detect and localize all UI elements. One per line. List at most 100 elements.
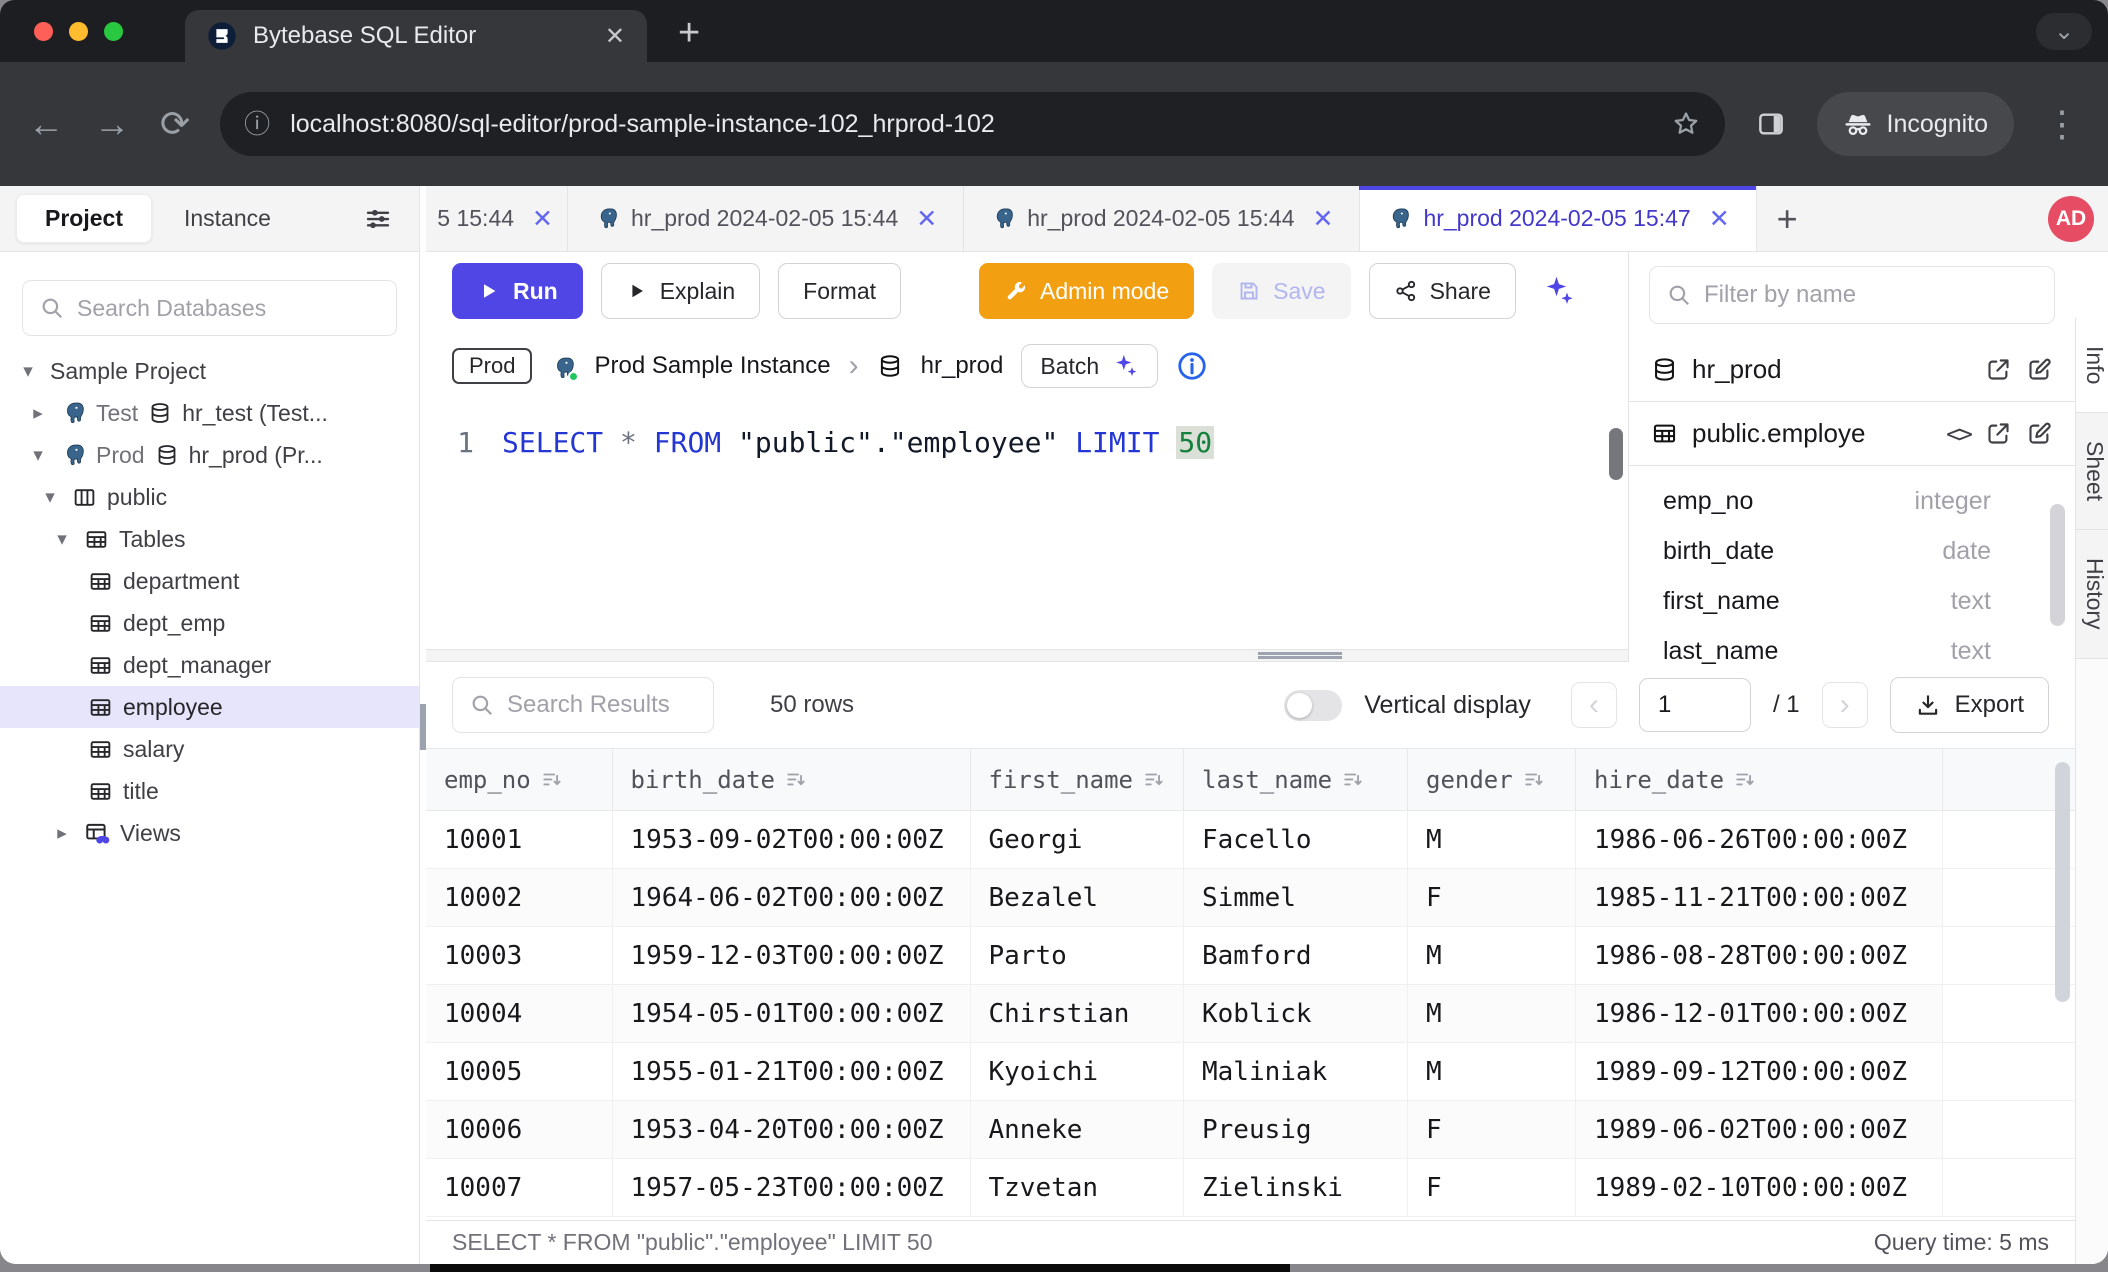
edit-icon[interactable] — [2026, 356, 2053, 383]
browser-tab[interactable]: Bytebase SQL Editor ✕ — [185, 10, 647, 62]
column-row[interactable]: first_name text — [1629, 576, 2075, 626]
table-cell[interactable]: 10001 — [426, 811, 612, 869]
table-cell[interactable]: 1964-06-02T00:00:00Z — [612, 869, 970, 927]
table-cell[interactable]: Georgi — [970, 811, 1184, 869]
tree-item-project[interactable]: ▾ Sample Project — [0, 350, 419, 392]
caret-right-icon[interactable]: ▸ — [26, 402, 50, 425]
schema-filter-input[interactable]: Filter by name — [1649, 266, 2055, 324]
column-header-birth_date[interactable]: birth_date — [612, 749, 970, 811]
table-cell[interactable]: 10007 — [426, 1159, 612, 1217]
worksheet-tab-2[interactable]: hr_prod 2024-02-05 15:44 ✕ — [568, 186, 964, 251]
next-page-button[interactable]: › — [1822, 682, 1868, 728]
sort-icon[interactable] — [1342, 769, 1364, 791]
table-cell[interactable]: Facello — [1184, 811, 1408, 869]
caret-right-icon[interactable]: ▸ — [50, 822, 74, 845]
close-worksheet-icon[interactable]: ✕ — [532, 204, 553, 234]
format-button[interactable]: Format — [778, 263, 901, 319]
worksheet-tab-1[interactable]: 5 15:44 ✕ — [426, 186, 568, 251]
database-name[interactable]: hr_prod — [921, 352, 1004, 380]
external-link-icon[interactable] — [1985, 420, 2012, 447]
caret-down-icon[interactable]: ▾ — [38, 486, 62, 509]
column-row[interactable]: birth_date date — [1629, 526, 2075, 576]
tree-settings-icon[interactable] — [363, 204, 393, 234]
results-scrollbar[interactable] — [2055, 762, 2070, 1002]
tree-item-table-employee[interactable]: employee — [0, 686, 419, 728]
table-cell[interactable]: 1954-05-01T00:00:00Z — [612, 985, 970, 1043]
table-cell[interactable]: 1959-12-03T00:00:00Z — [612, 927, 970, 985]
reload-button[interactable]: ⟳ — [160, 106, 190, 142]
zoom-window-button[interactable] — [104, 22, 123, 41]
editor-scrollbar[interactable] — [1609, 428, 1623, 480]
table-cell[interactable]: 10006 — [426, 1101, 612, 1159]
table-cell[interactable]: 1986-12-01T00:00:00Z — [1576, 985, 1943, 1043]
table-cell[interactable]: 1955-01-21T00:00:00Z — [612, 1043, 970, 1101]
new-worksheet-button[interactable]: + — [1777, 198, 1798, 240]
splitter-handle[interactable] — [1258, 652, 1342, 659]
tree-item-tables[interactable]: ▾ Tables — [0, 518, 419, 560]
table-cell[interactable]: Bezalel — [970, 869, 1184, 927]
schema-table-row[interactable]: public.employe <> — [1629, 402, 2075, 466]
new-tab-button[interactable]: + — [678, 12, 700, 55]
column-header-last_name[interactable]: last_name — [1184, 749, 1408, 811]
share-button[interactable]: Share — [1369, 263, 1516, 319]
column-header-emp_no[interactable]: emp_no — [426, 749, 612, 811]
table-cell[interactable]: Kyoichi — [970, 1043, 1184, 1101]
tree-item-table-title[interactable]: title — [0, 770, 419, 812]
browser-menu-icon[interactable]: ⋮ — [2044, 106, 2080, 142]
table-cell[interactable]: M — [1408, 985, 1576, 1043]
table-cell[interactable]: Tzvetan — [970, 1159, 1184, 1217]
table-cell[interactable]: Parto — [970, 927, 1184, 985]
tree-item-db-test[interactable]: ▸ Test hr_test (Test... — [0, 392, 419, 434]
minimize-window-button[interactable] — [69, 22, 88, 41]
sort-icon[interactable] — [1523, 769, 1545, 791]
bookmark-star-icon[interactable] — [1671, 109, 1701, 139]
caret-down-icon[interactable]: ▾ — [26, 444, 50, 467]
edit-icon[interactable] — [2026, 420, 2053, 447]
tab-info[interactable]: Info — [2076, 318, 2108, 413]
table-cell[interactable]: 1986-08-28T00:00:00Z — [1576, 927, 1943, 985]
vertical-display-toggle[interactable] — [1284, 690, 1342, 721]
tab-instance[interactable]: Instance — [156, 195, 299, 242]
page-input[interactable] — [1639, 678, 1751, 732]
table-cell[interactable]: 10003 — [426, 927, 612, 985]
side-panel-icon[interactable] — [1755, 108, 1787, 140]
back-button[interactable]: ← — [28, 106, 64, 142]
site-info-icon[interactable]: ⓘ — [244, 111, 270, 137]
tree-item-views[interactable]: ▸ Views — [0, 812, 419, 854]
admin-mode-button[interactable]: Admin mode — [979, 263, 1194, 319]
table-cell[interactable]: 1957-05-23T00:00:00Z — [612, 1159, 970, 1217]
caret-down-icon[interactable]: ▾ — [50, 528, 74, 551]
table-cell[interactable]: 1953-04-20T00:00:00Z — [612, 1101, 970, 1159]
instance-name[interactable]: Prod Sample Instance — [594, 352, 830, 380]
database-search-input[interactable]: Search Databases — [22, 280, 397, 336]
table-cell[interactable]: Anneke — [970, 1101, 1184, 1159]
table-cell[interactable]: Chirstian — [970, 985, 1184, 1043]
run-button[interactable]: Run — [452, 263, 583, 319]
column-header-hire_date[interactable]: hire_date — [1576, 749, 1943, 811]
column-header-first_name[interactable]: first_name — [970, 749, 1184, 811]
sort-icon[interactable] — [1734, 769, 1756, 791]
ai-sparkle-icon[interactable] — [1540, 273, 1576, 309]
table-cell[interactable]: 10004 — [426, 985, 612, 1043]
tab-project[interactable]: Project — [16, 194, 152, 243]
tab-history[interactable]: History — [2076, 530, 2108, 659]
close-worksheet-icon[interactable]: ✕ — [1709, 204, 1730, 234]
table-cell[interactable]: 10005 — [426, 1043, 612, 1101]
schema-scrollbar[interactable] — [2050, 504, 2065, 626]
table-cell[interactable]: M — [1408, 927, 1576, 985]
table-cell[interactable]: 1989-06-02T00:00:00Z — [1576, 1101, 1943, 1159]
table-cell[interactable]: F — [1408, 869, 1576, 927]
close-window-button[interactable] — [34, 22, 53, 41]
caret-down-icon[interactable]: ▾ — [16, 360, 40, 383]
table-cell[interactable]: 1989-02-10T00:00:00Z — [1576, 1159, 1943, 1217]
worksheet-tab-4-active[interactable]: hr_prod 2024-02-05 15:47 ✕ — [1360, 186, 1756, 251]
column-header-gender[interactable]: gender — [1408, 749, 1576, 811]
export-button[interactable]: Export — [1890, 677, 2049, 733]
close-worksheet-icon[interactable]: ✕ — [916, 204, 937, 234]
column-row[interactable]: emp_no integer — [1629, 476, 2075, 526]
table-cell[interactable]: Zielinski — [1184, 1159, 1408, 1217]
code-icon[interactable]: <> — [1946, 420, 1971, 448]
tree-item-table-department[interactable]: department — [0, 560, 419, 602]
worksheet-tab-3[interactable]: hr_prod 2024-02-05 15:44 ✕ — [964, 186, 1360, 251]
sort-icon[interactable] — [785, 769, 807, 791]
